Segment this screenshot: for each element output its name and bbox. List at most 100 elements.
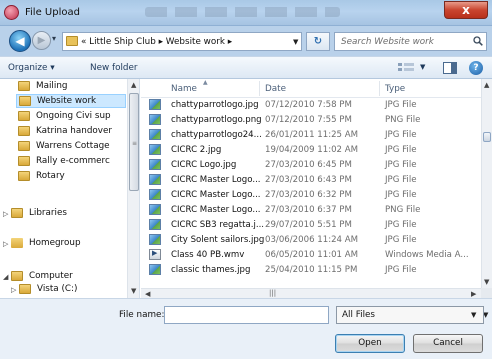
file-row[interactable]: City Solent sailors.jpg 03/06/2006 11:24…: [141, 233, 481, 247]
image-file-icon: [149, 114, 161, 125]
address-bar-row: ◀ ▶ ▾ « Little Ship Club ▸ Website work …: [0, 26, 492, 56]
column-date[interactable]: Date: [265, 84, 286, 94]
address-dropdown-icon[interactable]: ▼: [293, 38, 298, 46]
tree-item-vista-drive[interactable]: Vista (C:): [19, 283, 123, 297]
file-list-vertical-scrollbar[interactable]: ▲ ▼: [481, 79, 492, 288]
folder-icon: [18, 171, 30, 181]
tree-item-warrens-cottage[interactable]: Warrens Cottage: [18, 140, 126, 154]
scroll-up-icon[interactable]: ▲: [484, 81, 489, 89]
image-file-icon: [149, 189, 161, 200]
open-button[interactable]: Open: [335, 334, 405, 353]
homegroup-icon: [11, 238, 23, 248]
folder-icon: [18, 111, 30, 121]
tree-item-rally-ecommerce[interactable]: Rally e-commerc: [18, 155, 126, 169]
breadcrumb[interactable]: « Little Ship Club ▸ Website work ▸: [81, 37, 232, 47]
folder-icon: [18, 81, 30, 91]
drive-icon: [19, 284, 31, 294]
column-divider[interactable]: [259, 81, 260, 96]
tree-item-katrina-handover[interactable]: Katrina handover: [18, 125, 126, 139]
collapse-computer-icon[interactable]: ◢: [3, 273, 8, 281]
file-name-input[interactable]: ▼: [164, 306, 488, 324]
file-row[interactable]: Class 40 PB.wmv 06/05/2010 11:01 AM Wind…: [141, 248, 481, 262]
help-icon[interactable]: ?: [469, 61, 483, 75]
image-file-icon: [149, 99, 161, 110]
recent-pages-dropdown[interactable]: ▾: [52, 34, 56, 43]
computer-icon: [11, 271, 23, 281]
preview-pane-icon[interactable]: [443, 62, 457, 74]
file-row[interactable]: chattyparrotlogo24... 26/01/2011 11:25 A…: [141, 128, 481, 142]
navigation-pane: Mailing Website work Ongoing Civi sup Ka…: [0, 79, 140, 298]
tree-item-computer[interactable]: Computer: [11, 270, 121, 284]
grip-icon: ≡: [132, 140, 138, 147]
column-name[interactable]: Name: [171, 84, 197, 94]
scroll-right-icon[interactable]: ▶: [471, 290, 476, 298]
folder-icon: [19, 96, 31, 106]
folder-icon: [66, 36, 78, 46]
folder-icon: [18, 156, 30, 166]
expand-homegroup-icon[interactable]: ▷: [3, 240, 8, 248]
blurred-background-strip: [145, 7, 340, 17]
file-row[interactable]: CICRC Master Logo... 27/03/2010 6:32 PM …: [141, 188, 481, 202]
grip-icon[interactable]: |||: [269, 289, 276, 297]
scroll-down-icon[interactable]: ▼: [131, 287, 136, 295]
video-file-icon: [149, 249, 161, 260]
file-row[interactable]: CICRC SB3 regatta.j... 29/07/2010 5:51 P…: [141, 218, 481, 232]
scroll-down-icon[interactable]: ▼: [484, 278, 489, 286]
folder-icon: [18, 141, 30, 151]
scrollbar-thumb[interactable]: [483, 132, 491, 142]
file-row[interactable]: chattyparrotlogo.png 07/12/2010 7:55 PM …: [141, 113, 481, 127]
tree-item-libraries[interactable]: Libraries: [11, 207, 121, 221]
address-bar[interactable]: « Little Ship Club ▸ Website work ▸ ▼: [62, 32, 302, 51]
libraries-icon: [11, 208, 23, 218]
image-file-icon: [149, 174, 161, 185]
file-row[interactable]: CICRC Logo.jpg 27/03/2010 6:45 PM JPG Fi…: [141, 158, 481, 172]
forward-button[interactable]: ▶: [32, 31, 51, 50]
refresh-button[interactable]: ↻: [306, 32, 330, 51]
tree-item-mailing[interactable]: Mailing: [18, 80, 126, 94]
image-file-icon: [149, 264, 161, 275]
folder-icon: [18, 126, 30, 136]
image-file-icon: [149, 234, 161, 245]
title-bar: File Upload x: [0, 0, 492, 26]
column-divider[interactable]: [379, 81, 380, 96]
organize-button[interactable]: Organize ▾: [8, 63, 55, 73]
sort-ascending-icon: ▲: [203, 79, 208, 86]
tree-item-homegroup[interactable]: Homegroup: [11, 237, 121, 251]
scrollbar-corner: [481, 288, 492, 298]
file-list-horizontal-scrollbar[interactable]: ◀ ||| ▶: [141, 288, 481, 298]
expand-libraries-icon[interactable]: ▷: [3, 210, 8, 218]
command-bar: Organize ▾ New folder ▼ ?: [0, 56, 492, 79]
image-file-icon: [149, 159, 161, 170]
file-row[interactable]: chattyparrotlogo.jpg 07/12/2010 7:58 PM …: [141, 98, 481, 112]
column-header: ▲ Name Date Type: [141, 79, 481, 98]
close-button[interactable]: x: [444, 1, 488, 19]
view-options-dropdown-icon[interactable]: ▼: [420, 63, 425, 71]
file-row[interactable]: classic thames.jpg 25/04/2010 11:15 PM J…: [141, 263, 481, 277]
file-name-label: File name:: [119, 310, 165, 320]
tree-item-rotary[interactable]: Rotary: [18, 170, 126, 184]
navigation-pane-scrollbar[interactable]: ▲ ≡ ▼: [127, 79, 139, 298]
file-row[interactable]: CICRC Master Logo... 27/03/2010 6:43 PM …: [141, 173, 481, 187]
image-file-icon: [149, 219, 161, 230]
cancel-button[interactable]: Cancel: [413, 334, 483, 353]
search-input[interactable]: Search Website work: [341, 37, 434, 47]
change-view-icon[interactable]: [397, 62, 415, 74]
back-button[interactable]: ◀: [9, 30, 31, 52]
new-folder-button[interactable]: New folder: [90, 63, 138, 73]
search-box[interactable]: Search Website work: [334, 32, 487, 51]
image-file-icon: [149, 144, 161, 155]
chevron-down-icon[interactable]: ▼: [471, 311, 476, 319]
expand-vista-icon[interactable]: ▷: [11, 286, 16, 294]
tree-item-ongoing-civi[interactable]: Ongoing Civi sup: [18, 110, 126, 124]
app-icon: [4, 5, 19, 20]
tree-item-website-work[interactable]: Website work: [16, 94, 126, 108]
scroll-up-icon[interactable]: ▲: [131, 81, 136, 89]
file-type-select[interactable]: All Files ▼: [336, 306, 484, 324]
search-icon[interactable]: [473, 36, 483, 46]
column-type[interactable]: Type: [385, 84, 405, 94]
file-row[interactable]: CICRC Master Logo... 27/03/2010 6:37 PM …: [141, 203, 481, 217]
scroll-left-icon[interactable]: ◀: [145, 290, 150, 298]
scrollbar-thumb[interactable]: ≡: [129, 93, 139, 191]
image-file-icon: [149, 204, 161, 215]
file-row[interactable]: CICRC 2.jpg 19/04/2009 11:02 AM JPG File: [141, 143, 481, 157]
